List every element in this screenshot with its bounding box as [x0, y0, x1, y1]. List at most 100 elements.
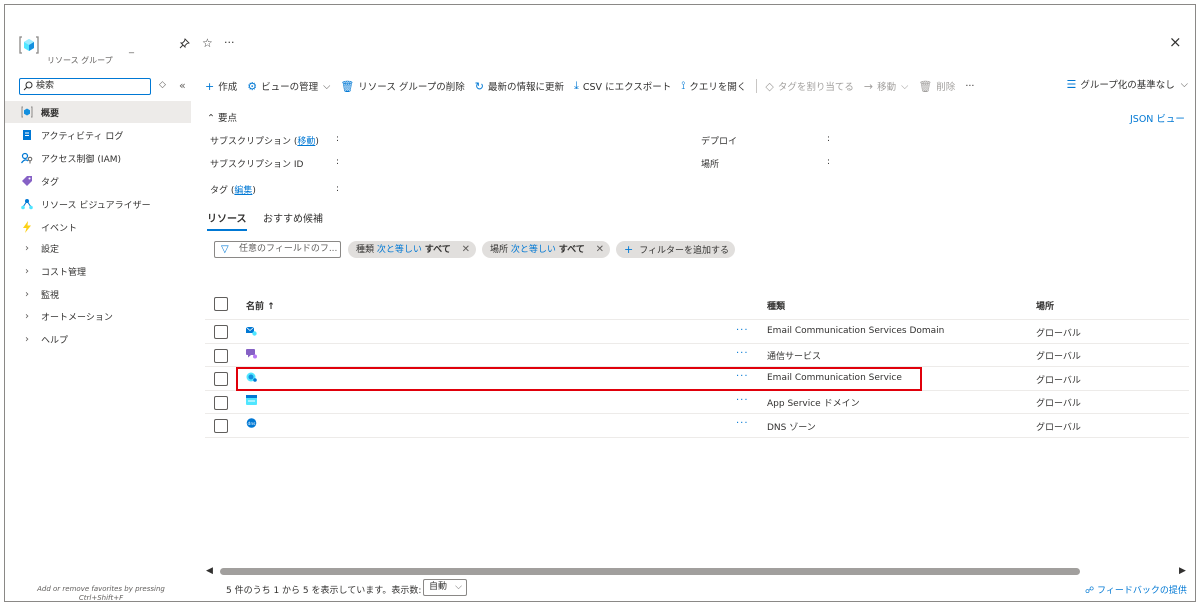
subscription-colon: :	[336, 134, 340, 144]
sidebar-item-events[interactable]: イベント	[5, 216, 191, 238]
tab-active-indicator	[207, 229, 247, 231]
tag-icon	[21, 175, 33, 187]
collapse-sidebar-icon[interactable]: «	[179, 79, 186, 92]
sidebar-item-overview[interactable]: 概要	[5, 101, 191, 123]
chevron-up-icon: ⌃	[207, 113, 215, 124]
row-type: DNS ゾーン	[767, 423, 816, 433]
row-location: グローバル	[1036, 376, 1081, 386]
chevron-right-icon: ›	[25, 265, 29, 277]
row-checkbox[interactable]	[214, 349, 228, 363]
assign-tags-button[interactable]: ◇ タグを割り当てる	[765, 79, 854, 94]
pill-loc-prefix: 場所	[490, 245, 509, 255]
row-actions-button[interactable]: ···	[736, 325, 749, 336]
sidebar-item-activity-log[interactable]: アクティビティ ログ	[5, 124, 191, 146]
subscription-label: サブスクリプション (移動)	[210, 134, 319, 147]
open-query-label: クエリを開く	[689, 82, 747, 93]
scroll-left-arrow[interactable]: ◀	[206, 566, 213, 576]
sidebar-item-cost-management[interactable]: › コスト管理	[5, 260, 191, 282]
row-divider	[205, 343, 1189, 344]
horizontal-scrollbar-thumb[interactable]	[220, 568, 1080, 575]
resource-name-placeholder: _	[129, 43, 134, 54]
chevron-down-icon: ⌵	[323, 80, 331, 92]
sidebar-item-iam[interactable]: アクセス制御 (IAM)	[5, 147, 191, 169]
column-header-location[interactable]: 場所	[1036, 299, 1054, 312]
filter-field-input[interactable]: ▽ 任意のフィールドのフ...	[214, 241, 341, 258]
subscription-move-link[interactable]: 移動	[297, 137, 315, 147]
row-checkbox[interactable]	[214, 396, 228, 410]
group-by-label: グループ化の基準なし	[1080, 80, 1175, 91]
refresh-button[interactable]: ↻ 最新の情報に更新	[475, 79, 565, 94]
sidebar-item-resource-visualizer[interactable]: リソース ビジュアライザー	[5, 193, 191, 215]
row-actions-button[interactable]: ···	[736, 348, 749, 359]
tab-resources[interactable]: リソース	[207, 210, 247, 225]
select-all-checkbox[interactable]	[214, 297, 228, 311]
star-icon[interactable]: ☆	[202, 36, 213, 50]
column-header-type[interactable]: 種類	[767, 299, 785, 312]
sidebar-item-help[interactable]: › ヘルプ	[5, 328, 191, 350]
filter-pill-type[interactable]: 種類 次と等しい すべて ✕	[348, 241, 477, 258]
pin-icon[interactable]	[179, 38, 190, 52]
close-icon[interactable]: ×	[1169, 33, 1182, 51]
delete-resource-group-button[interactable]: 🗑 リソース グループの削除	[340, 79, 464, 94]
resource-visualizer-icon	[21, 198, 33, 210]
sidebar-search-input[interactable]: 検索	[19, 78, 151, 95]
essentials-toggle[interactable]: ⌃ 要点	[207, 110, 237, 124]
chevron-right-icon: ›	[25, 242, 29, 254]
tags-label-end: )	[252, 186, 256, 196]
tags-edit-link[interactable]: 編集	[234, 186, 252, 196]
add-filter-button[interactable]: + フィルターを追加する	[616, 241, 736, 258]
sidebar-item-label: イベント	[41, 223, 78, 234]
pill-type-op: 次と等しい	[376, 245, 422, 255]
delete-button[interactable]: 🗑 削除	[918, 79, 955, 94]
tab-recommendations[interactable]: おすすめ候補	[263, 210, 323, 225]
export-csv-button[interactable]: ⤓ CSV にエクスポート	[574, 79, 671, 93]
more-options-icon[interactable]: ···	[224, 36, 235, 49]
json-view-link[interactable]: JSON ビュー	[1130, 111, 1185, 125]
row-checkbox[interactable]	[214, 419, 228, 433]
lightning-icon	[21, 221, 33, 233]
close-icon[interactable]: ✕	[596, 244, 604, 255]
sidebar-item-label: コスト管理	[41, 267, 87, 278]
toolbar-more-button[interactable]: ···	[965, 81, 974, 92]
highlight-annotation	[236, 367, 922, 391]
row-type: Email Communication Services Domain	[767, 326, 945, 336]
feedback-link[interactable]: ☍ フィードバックの提供	[1085, 583, 1187, 596]
search-options-icon[interactable]: ◇	[159, 80, 166, 90]
manage-view-button[interactable]: ⚙ ビューの管理 ⌵	[247, 79, 331, 94]
sidebar-item-automation[interactable]: › オートメーション	[5, 305, 191, 327]
manage-view-label: ビューの管理	[261, 82, 319, 93]
activity-log-icon	[21, 129, 33, 141]
filter-placeholder: 任意のフィールドのフ...	[239, 244, 338, 254]
pagination-summary: 5 件のうち 1 から 5 を表示しています。表示数:	[226, 586, 422, 596]
group-by-button[interactable]: ☰ グループ化の基準なし ⌵	[1066, 77, 1188, 92]
row-location: グローバル	[1036, 329, 1081, 339]
tags-label: タグ (編集)	[210, 183, 256, 196]
close-icon[interactable]: ✕	[462, 244, 470, 255]
favorites-hint: Add or remove favorites by pressing Ctrl…	[31, 585, 171, 601]
feedback-label: フィードバックの提供	[1097, 586, 1187, 596]
refresh-label: 最新の情報に更新	[488, 82, 565, 93]
tags-label-text: タグ (	[210, 186, 235, 196]
assign-tags-label: タグを割り当てる	[777, 82, 854, 93]
page-size-select[interactable]: 自動 ⌵	[423, 579, 467, 596]
sidebar-item-tags[interactable]: タグ	[5, 170, 191, 192]
move-button[interactable]: → 移動 ⌵	[864, 79, 908, 94]
sidebar-item-label: アクセス制御 (IAM)	[41, 154, 122, 165]
sidebar-item-settings[interactable]: › 設定	[5, 237, 191, 259]
filter-icon: ▽	[221, 244, 229, 255]
scroll-right-arrow[interactable]: ▶	[1179, 566, 1186, 576]
create-button[interactable]: + 作成	[205, 79, 237, 94]
resource-type-label: リソース グループ	[47, 56, 113, 65]
row-checkbox[interactable]	[214, 372, 228, 386]
row-checkbox[interactable]	[214, 325, 228, 339]
row-type: 通信サービス	[767, 352, 822, 362]
filter-pill-location[interactable]: 場所 次と等しい すべて ✕	[482, 241, 611, 258]
trash-icon: 🗑	[340, 79, 355, 93]
open-query-button[interactable]: ⟟ クエリを開く	[681, 79, 746, 93]
sidebar-item-label: 設定	[41, 244, 60, 255]
row-actions-button[interactable]: ···	[736, 418, 749, 429]
row-actions-button[interactable]: ···	[736, 395, 749, 406]
svg-text:dns: dns	[247, 421, 256, 427]
sidebar-item-monitoring[interactable]: › 監視	[5, 283, 191, 305]
column-header-name[interactable]: 名前 ↑	[246, 299, 275, 312]
